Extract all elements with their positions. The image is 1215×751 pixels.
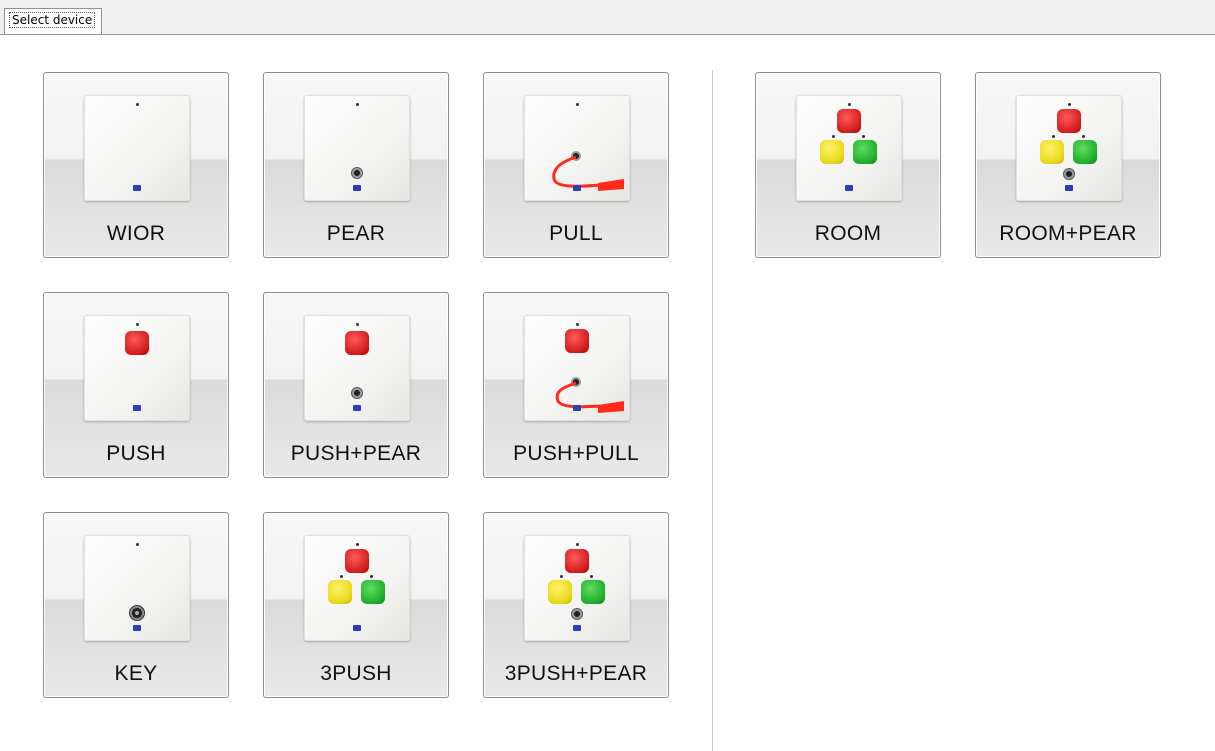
key-device-image [84,535,190,641]
red-button-icon [565,329,589,353]
push-pull-device-image [524,315,630,421]
red-button-icon [1057,109,1081,133]
wior-device-image [84,95,190,201]
pear-socket-icon [571,608,583,620]
red-button-icon [345,331,369,355]
push-pear-device-image [304,315,410,421]
device-button-push-pear[interactable]: PUSH+PEAR [263,292,449,478]
yellow-button-icon [820,140,844,164]
device-button-room-pear[interactable]: ROOM+PEAR [975,72,1161,258]
green-button-icon [853,140,877,164]
tab-bar: Select device [0,0,1215,35]
logo-icon [133,405,141,411]
device-label: PUSH [106,442,166,465]
device-label: KEY [114,662,158,685]
led-indicator [848,103,851,106]
device-label: ROOM [814,222,882,245]
device-button-pull[interactable]: PULL [483,72,669,258]
tab-select-device[interactable]: Select device [4,8,103,34]
red-button-icon [837,109,861,133]
green-button-icon [361,580,385,604]
device-label: PEAR [326,222,386,245]
logo-icon [1065,185,1073,191]
logo-icon [573,185,581,191]
green-button-icon [581,580,605,604]
yellow-button-icon [1040,140,1064,164]
led-indicator [136,103,139,106]
led-indicator [832,135,835,138]
red-button-icon [345,549,369,573]
device-button-3push[interactable]: 3PUSH [263,512,449,698]
pear-socket-icon [351,167,363,179]
red-button-icon [565,549,589,573]
3push-pear-device-image [524,535,630,641]
led-indicator [136,543,139,546]
pull-cord-icon [552,155,624,191]
logo-icon [353,405,361,411]
led-indicator [1082,135,1085,138]
led-indicator [576,543,579,546]
logo-icon [353,185,361,191]
green-button-icon [1073,140,1097,164]
pull-cord-icon [555,381,624,413]
pear-device-image [304,95,410,201]
yellow-button-icon [548,580,572,604]
logo-icon [133,625,141,631]
pull-device-image [524,95,630,201]
pear-socket-icon [1063,168,1075,180]
device-button-push-pull[interactable]: PUSH+PULL [483,292,669,478]
logo-icon [573,625,581,631]
logo-icon [353,625,361,631]
yellow-button-icon [328,580,352,604]
led-indicator [136,323,139,326]
led-indicator [356,323,359,326]
red-button-icon [125,331,149,355]
device-button-3push-pear[interactable]: 3PUSH+PEAR [483,512,669,698]
led-indicator [576,103,579,106]
led-indicator [590,575,593,578]
device-label: 3PUSH [320,662,392,685]
led-indicator [576,323,579,326]
logo-icon [133,185,141,191]
led-indicator [356,543,359,546]
device-button-key[interactable]: KEY [43,512,229,698]
column-divider [712,70,713,751]
room-device-image [796,95,902,201]
device-label: PUSH+PEAR [290,442,422,465]
keyhole-icon [129,605,145,621]
push-device-image [84,315,190,421]
device-label: 3PUSH+PEAR [504,662,648,685]
logo-icon [573,405,581,411]
led-indicator [862,135,865,138]
device-label: PULL [549,222,603,245]
logo-icon [845,185,853,191]
led-indicator [560,575,563,578]
device-button-pear[interactable]: PEAR [263,72,449,258]
led-indicator [340,575,343,578]
pear-socket-icon [351,387,363,399]
room-pear-device-image [1016,95,1122,201]
device-label: WIOR [106,222,166,245]
device-label: PUSH+PULL [513,442,639,465]
tab-label: Select device [9,12,96,28]
device-button-room[interactable]: ROOM [755,72,941,258]
led-indicator [1052,135,1055,138]
3push-device-image [304,535,410,641]
device-button-wior[interactable]: WIOR [43,72,229,258]
led-indicator [1068,103,1071,106]
led-indicator [356,103,359,106]
led-indicator [370,575,373,578]
device-button-push[interactable]: PUSH [43,292,229,478]
device-label: ROOM+PEAR [999,222,1137,245]
